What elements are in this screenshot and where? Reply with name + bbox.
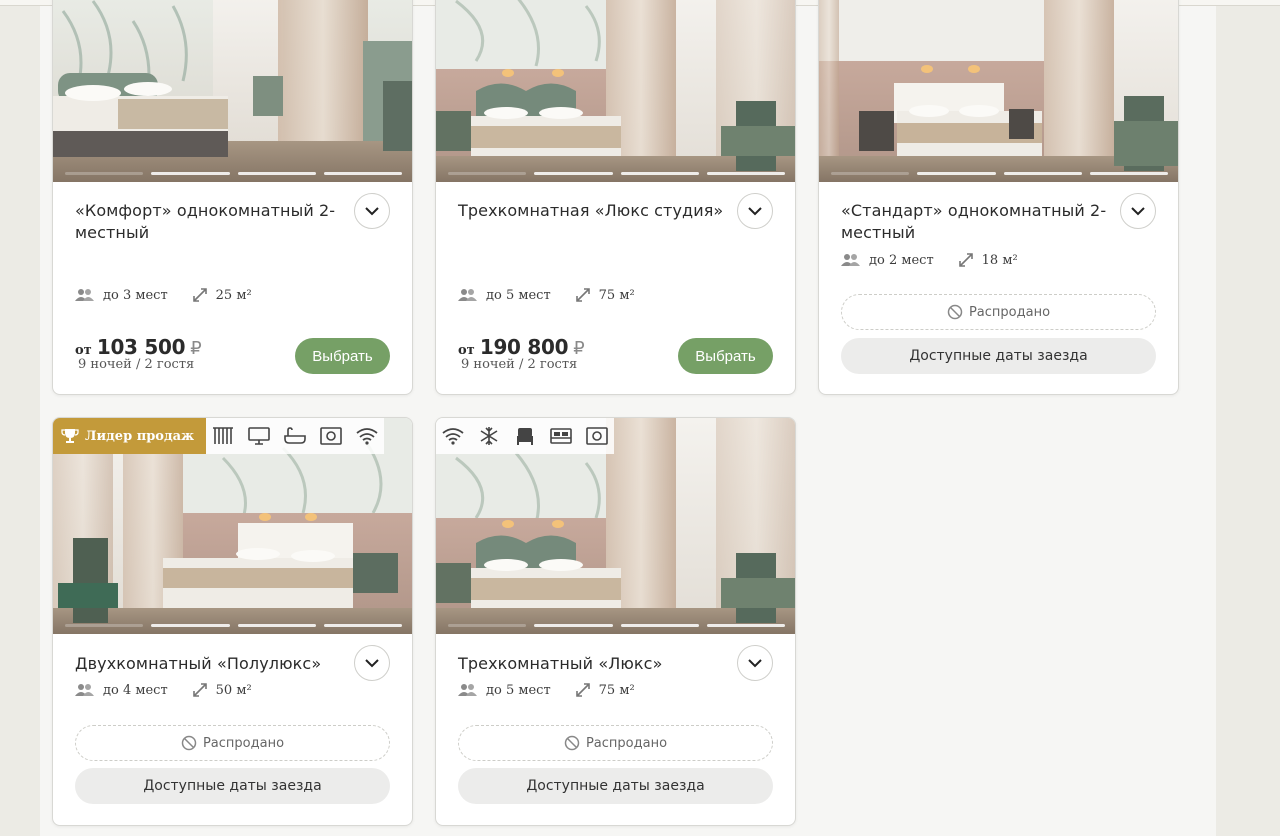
expand-button[interactable] bbox=[354, 193, 390, 229]
room-title[interactable]: Трехкомнатный «Люкс» bbox=[458, 653, 728, 675]
price-block: от 103 500 ₽ 9 ночей / 2 гостя bbox=[75, 335, 202, 372]
amenities-bar bbox=[206, 418, 385, 454]
chevron-down-icon bbox=[365, 658, 379, 667]
chevron-down-icon bbox=[748, 658, 762, 667]
tv-icon bbox=[248, 425, 270, 447]
guests-icon bbox=[75, 683, 95, 697]
stay-info: 9 ночей / 2 гостя bbox=[461, 357, 578, 372]
room-card: Лидер продаж Двухкомнатный «Полулюкс» до… bbox=[52, 417, 413, 826]
available-dates-button[interactable]: Доступные даты заезда bbox=[841, 338, 1156, 374]
wifi-icon bbox=[442, 425, 464, 447]
room-meta: до 4 мест 50 м² bbox=[75, 682, 252, 698]
area-text: 18 м² bbox=[981, 252, 1018, 268]
area-text: 75 м² bbox=[598, 287, 635, 303]
room-card: Трехкомнатный «Люкс» до 5 мест 75 м² Рас… bbox=[435, 417, 796, 826]
room-title[interactable]: Трехкомнатная «Люкс студия» bbox=[458, 200, 728, 222]
room-meta: до 5 мест 75 м² bbox=[458, 682, 635, 698]
prohibited-icon bbox=[181, 735, 197, 751]
guests-text: до 5 мест bbox=[486, 682, 551, 698]
soldout-text: Распродано bbox=[968, 304, 1051, 320]
room-photo[interactable] bbox=[819, 0, 1178, 182]
room-photo[interactable] bbox=[436, 418, 795, 634]
guests-text: до 3 мест bbox=[103, 287, 168, 303]
safe-icon bbox=[320, 425, 342, 447]
bestseller-badge: Лидер продаж bbox=[53, 418, 207, 454]
guests-icon bbox=[75, 288, 95, 302]
currency: ₽ bbox=[573, 338, 585, 359]
price-amount: 190 800 bbox=[479, 335, 569, 359]
guests-text: до 5 мест bbox=[486, 287, 551, 303]
expand-button[interactable] bbox=[737, 645, 773, 681]
currency: ₽ bbox=[190, 338, 202, 359]
photo-pagination[interactable] bbox=[448, 624, 785, 627]
chevron-down-icon bbox=[365, 206, 379, 215]
available-dates-button[interactable]: Доступные даты заезда bbox=[458, 768, 773, 804]
room-title[interactable]: «Стандарт» однокомнатный 2-местный bbox=[841, 200, 1111, 244]
available-dates-button[interactable]: Доступные даты заезда bbox=[75, 768, 390, 804]
amenities-bar bbox=[436, 418, 614, 454]
area-icon bbox=[958, 252, 974, 268]
chevron-down-icon bbox=[748, 206, 762, 215]
price-amount: 103 500 bbox=[96, 335, 186, 359]
chevron-down-icon bbox=[1131, 206, 1145, 215]
photo-pagination[interactable] bbox=[448, 172, 785, 175]
select-button[interactable]: Выбрать bbox=[295, 338, 390, 374]
guests-text: до 2 мест bbox=[869, 252, 934, 268]
room-title[interactable]: «Комфорт» однокомнатный 2-местный bbox=[75, 200, 345, 244]
soldout-badge: Распродано bbox=[75, 725, 390, 761]
expand-button[interactable] bbox=[354, 645, 390, 681]
guests-text: до 4 мест bbox=[103, 682, 168, 698]
area-text: 50 м² bbox=[215, 682, 252, 698]
room-title[interactable]: Двухкомнатный «Полулюкс» bbox=[75, 653, 345, 675]
room-photo[interactable] bbox=[53, 0, 412, 182]
photo-header: Лидер продаж bbox=[53, 418, 385, 454]
room-meta: до 3 мест 25 м² bbox=[75, 287, 252, 303]
safe-icon bbox=[586, 425, 608, 447]
room-photo[interactable]: Лидер продаж bbox=[53, 418, 412, 634]
double-bed-icon bbox=[550, 425, 572, 447]
soldout-badge: Распродано bbox=[458, 725, 773, 761]
bathtub-icon bbox=[284, 425, 306, 447]
room-photo[interactable] bbox=[436, 0, 795, 182]
expand-button[interactable] bbox=[737, 193, 773, 229]
trophy-icon bbox=[61, 427, 79, 445]
photo-header bbox=[436, 418, 614, 454]
area-icon bbox=[192, 682, 208, 698]
room-card: Трехкомнатная «Люкс студия» до 5 мест 75… bbox=[435, 0, 796, 395]
area-icon bbox=[575, 682, 591, 698]
photo-pagination[interactable] bbox=[65, 624, 402, 627]
single-bed-icon bbox=[514, 425, 536, 447]
room-meta: до 5 мест 75 м² bbox=[458, 287, 635, 303]
wifi-icon bbox=[356, 425, 378, 447]
area-text: 75 м² bbox=[598, 682, 635, 698]
room-card: «Стандарт» однокомнатный 2-местный до 2 … bbox=[818, 0, 1179, 395]
soldout-text: Распродано bbox=[202, 735, 285, 751]
price-prefix: от bbox=[458, 343, 475, 358]
room-meta: до 2 мест 18 м² bbox=[841, 252, 1018, 268]
soldout-badge: Распродано bbox=[841, 294, 1156, 330]
guests-icon bbox=[458, 683, 478, 697]
guests-icon bbox=[841, 253, 861, 267]
price-prefix: от bbox=[75, 343, 92, 358]
stay-info: 9 ночей / 2 гостя bbox=[78, 357, 195, 372]
area-text: 25 м² bbox=[215, 287, 252, 303]
photo-pagination[interactable] bbox=[831, 172, 1168, 175]
prohibited-icon bbox=[947, 304, 963, 320]
select-button[interactable]: Выбрать bbox=[678, 338, 773, 374]
area-icon bbox=[192, 287, 208, 303]
curtains-icon bbox=[212, 425, 234, 447]
bestseller-text: Лидер продаж bbox=[85, 428, 195, 444]
area-icon bbox=[575, 287, 591, 303]
photo-pagination[interactable] bbox=[65, 172, 402, 175]
price-block: от 190 800 ₽ 9 ночей / 2 гостя bbox=[458, 335, 585, 372]
prohibited-icon bbox=[564, 735, 580, 751]
snowflake-icon bbox=[478, 425, 500, 447]
soldout-text: Распродано bbox=[585, 735, 668, 751]
guests-icon bbox=[458, 288, 478, 302]
expand-button[interactable] bbox=[1120, 193, 1156, 229]
room-card: «Комфорт» однокомнатный 2-местный до 3 м… bbox=[52, 0, 413, 395]
